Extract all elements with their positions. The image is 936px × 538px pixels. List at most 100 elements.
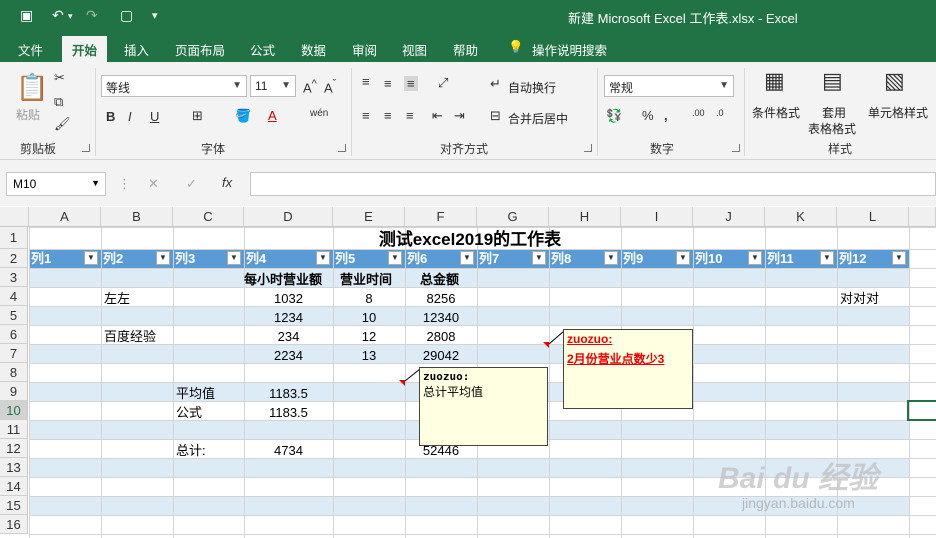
column-header-e[interactable]: E <box>333 207 405 227</box>
comma-style-icon[interactable]: , <box>664 108 668 123</box>
row-header-8[interactable]: 8 <box>0 363 28 382</box>
paste-icon[interactable]: 📋 <box>16 72 48 103</box>
row-header-12[interactable]: 12 <box>0 439 28 458</box>
enter-icon[interactable]: ✓ <box>186 176 197 192</box>
row-header-16[interactable]: 16 <box>0 515 28 534</box>
undo-icon[interactable]: ↶ <box>52 7 64 24</box>
row-header-3[interactable]: 3 <box>0 268 28 287</box>
number-format-select[interactable]: 常规 ▼ <box>604 75 734 97</box>
tab-view[interactable]: 视图 <box>402 40 427 59</box>
percent-icon[interactable]: % <box>642 108 654 123</box>
header-hourly-revenue[interactable]: 每小时营业额 <box>244 270 322 289</box>
cell-d10[interactable]: 1183.5 <box>244 403 333 422</box>
align-bottom-icon[interactable]: ≡ <box>404 76 418 91</box>
table-header-8[interactable]: 列8 <box>551 249 571 268</box>
column-header-b[interactable]: B <box>101 207 173 227</box>
number-launcher-icon[interactable] <box>732 144 740 152</box>
column-header-k[interactable]: K <box>765 207 837 227</box>
cell-d6[interactable]: 234 <box>244 327 333 346</box>
table-header-5[interactable]: 列5 <box>335 249 355 268</box>
redo-icon[interactable]: ↷ <box>86 7 98 24</box>
cell-b4[interactable]: 左左 <box>104 289 130 308</box>
table-header-2[interactable]: 列2 <box>103 249 123 268</box>
comment-box[interactable]: zuozuo: 2月份营业点数少3 <box>563 329 693 409</box>
column-header-d[interactable]: D <box>244 207 333 227</box>
format-table-icon[interactable]: ▤ <box>822 68 843 94</box>
cell-c9[interactable]: 平均值 <box>176 384 215 403</box>
italic-icon[interactable]: I <box>128 109 132 124</box>
merge-center-icon[interactable]: ⊟ <box>490 108 501 124</box>
header-hours[interactable]: 营业时间 <box>340 270 392 289</box>
cell-styles-icon[interactable]: ▧ <box>884 68 905 94</box>
filter-dropdown-icon[interactable]: ▼ <box>316 251 330 265</box>
row-header-1[interactable]: 1 <box>0 227 28 249</box>
table-header-10[interactable]: 列10 <box>695 249 722 268</box>
table-header-4[interactable]: 列4 <box>246 249 266 268</box>
tab-page-layout[interactable]: 页面布局 <box>175 40 225 59</box>
cell-f6[interactable]: 2808 <box>405 327 477 346</box>
align-left-icon[interactable]: ≡ <box>362 108 370 123</box>
copy-icon[interactable]: ⧉ <box>54 94 63 110</box>
align-top-icon[interactable]: ≡ <box>362 74 370 89</box>
row-header-7[interactable]: 7 <box>0 344 28 363</box>
tell-me-search[interactable]: 操作说明搜索 <box>532 40 607 59</box>
cell-e7[interactable]: 13 <box>333 346 405 365</box>
cell-styles-button[interactable]: 单元格样式 <box>868 104 928 121</box>
decrease-indent-icon[interactable]: ⇤ <box>432 108 443 124</box>
row-header-10[interactable]: 10 <box>0 401 28 420</box>
column-header-j[interactable]: J <box>693 207 765 227</box>
formula-input[interactable] <box>250 172 936 196</box>
accounting-format-icon[interactable]: 💱 <box>606 108 622 124</box>
cell-c10[interactable]: 公式 <box>176 403 202 422</box>
decrease-decimal-icon[interactable]: .0 <box>716 108 724 118</box>
filter-dropdown-icon[interactable]: ▼ <box>84 251 98 265</box>
cell-e5[interactable]: 10 <box>333 308 405 327</box>
column-header-m[interactable] <box>909 207 936 227</box>
column-header-c[interactable]: C <box>173 207 244 227</box>
column-header-h[interactable]: H <box>549 207 621 227</box>
paste-label[interactable]: 粘贴 <box>16 106 40 123</box>
cell-f4[interactable]: 8256 <box>405 289 477 308</box>
increase-decimal-icon[interactable]: .00 <box>692 108 705 118</box>
cell-d12[interactable]: 4734 <box>244 441 333 460</box>
font-launcher-icon[interactable] <box>338 144 346 152</box>
table-header-1[interactable]: 列1 <box>31 249 51 268</box>
cell-d9[interactable]: 1183.5 <box>244 384 333 403</box>
tab-file[interactable]: 文件 <box>18 40 43 59</box>
align-center-icon[interactable]: ≡ <box>384 108 392 123</box>
tab-insert[interactable]: 插入 <box>124 40 149 59</box>
filter-dropdown-icon[interactable]: ▼ <box>460 251 474 265</box>
font-color-icon[interactable]: A <box>268 108 277 123</box>
cell-c12[interactable]: 总计: <box>176 441 206 460</box>
align-right-icon[interactable]: ≡ <box>406 108 414 123</box>
orientation-icon[interactable]: ⤢ <box>438 75 448 91</box>
filter-dropdown-icon[interactable]: ▼ <box>227 251 241 265</box>
tab-data[interactable]: 数据 <box>301 40 326 59</box>
tab-formulas[interactable]: 公式 <box>250 40 275 59</box>
column-header-l[interactable]: L <box>837 207 909 227</box>
cell-f7[interactable]: 29042 <box>405 346 477 365</box>
alignment-launcher-icon[interactable] <box>584 144 592 152</box>
underline-icon[interactable]: U <box>150 109 159 124</box>
row-header-15[interactable]: 15 <box>0 496 28 515</box>
save-icon[interactable]: ▣ <box>20 7 33 24</box>
wrap-text-button[interactable]: 自动换行 <box>508 79 556 96</box>
font-name-select[interactable]: 等线 ▼ <box>101 75 247 97</box>
merge-center-button[interactable]: 合并后居中 <box>508 110 568 127</box>
column-header-a[interactable]: A <box>29 207 101 227</box>
table-header-12[interactable]: 列12 <box>839 249 866 268</box>
sheet-title[interactable]: 测试excel2019的工作表 <box>300 229 640 251</box>
fill-color-icon[interactable]: 🪣 <box>235 108 251 124</box>
header-total[interactable]: 总金额 <box>420 270 459 289</box>
table-header-6[interactable]: 列6 <box>407 249 427 268</box>
selected-cell[interactable] <box>907 400 936 421</box>
row-header-5[interactable]: 5 <box>0 306 28 325</box>
customize-qat-icon[interactable]: ▾ <box>152 9 158 22</box>
filter-dropdown-icon[interactable]: ▼ <box>820 251 834 265</box>
increase-font-icon[interactable]: A^ <box>303 78 317 95</box>
filter-dropdown-icon[interactable]: ▼ <box>388 251 402 265</box>
row-header-11[interactable]: 11 <box>0 420 28 439</box>
row-header-13[interactable]: 13 <box>0 458 28 477</box>
cell-d7[interactable]: 2234 <box>244 346 333 365</box>
cancel-icon[interactable]: ✕ <box>148 176 159 192</box>
